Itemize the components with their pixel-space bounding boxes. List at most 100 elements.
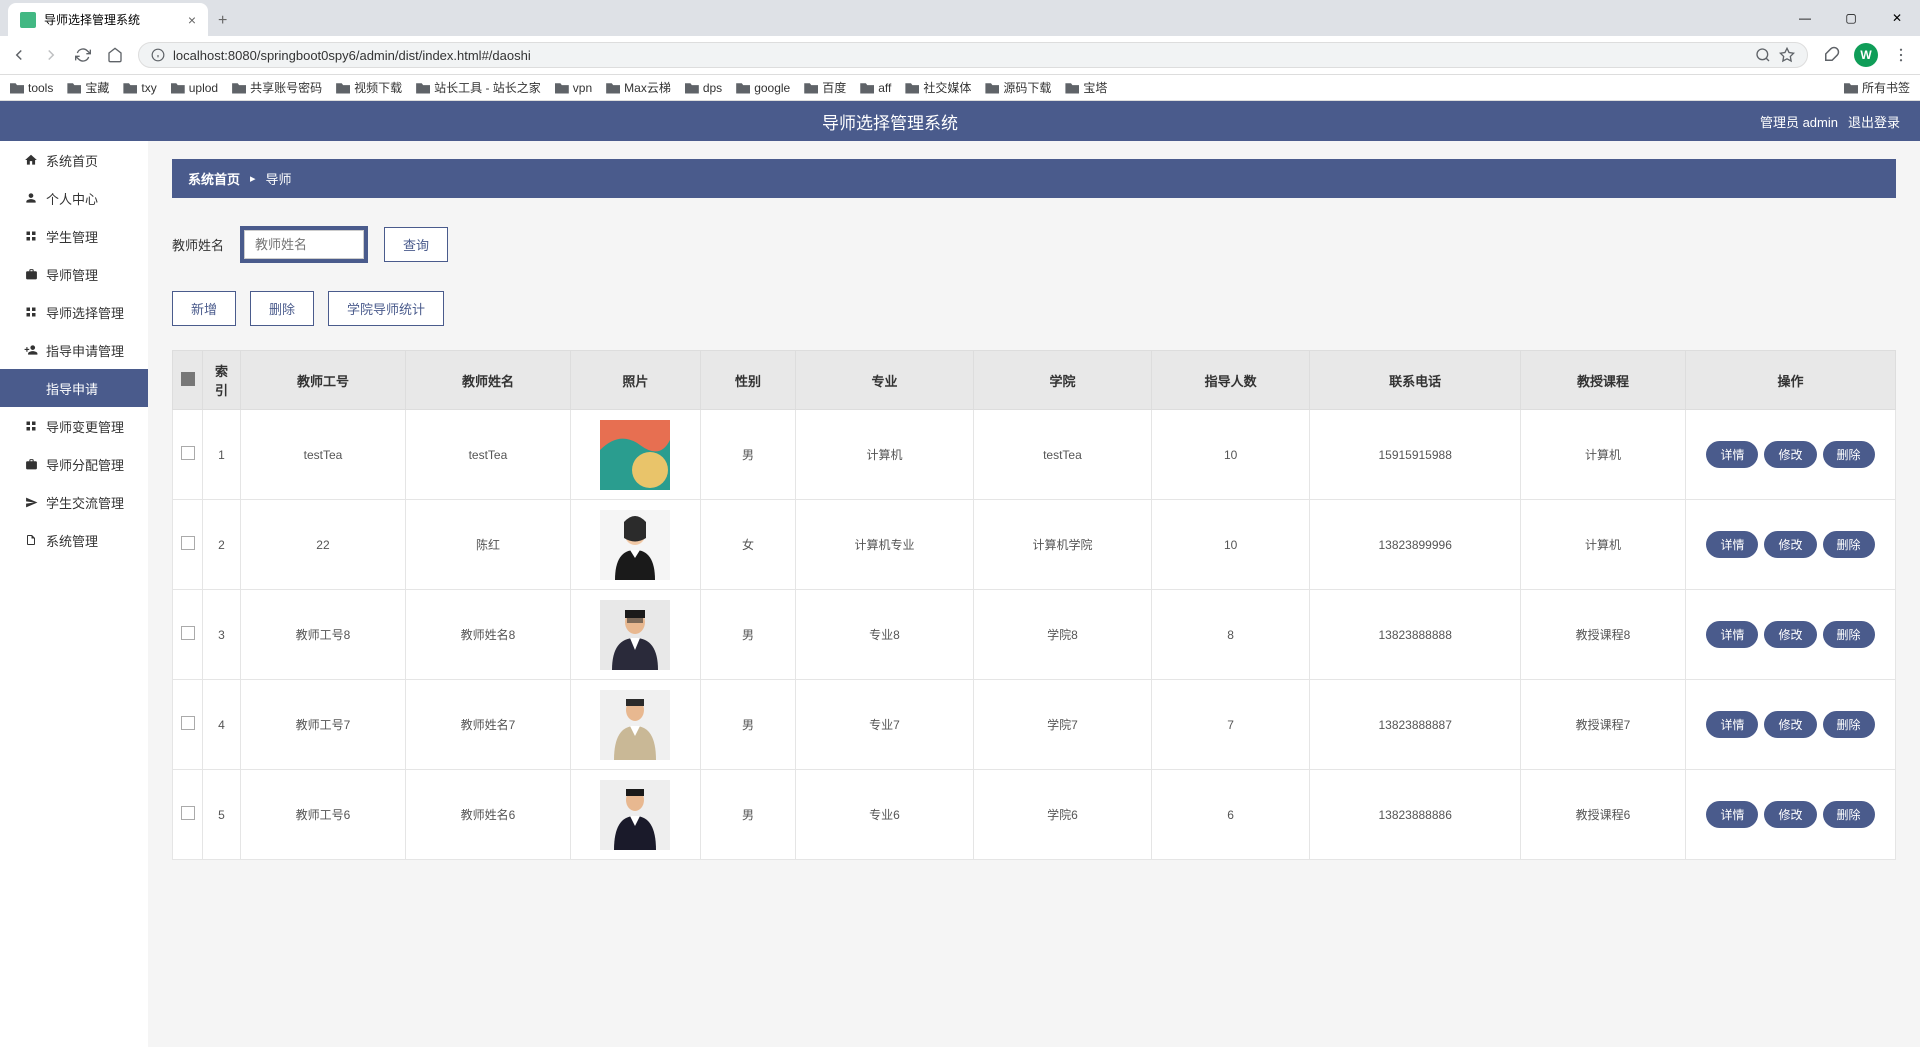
forward-icon[interactable] xyxy=(42,46,60,64)
bookmark-item[interactable]: 社交媒体 xyxy=(905,79,971,96)
sidebar-item-1[interactable]: 个人中心 xyxy=(0,179,148,217)
sidebar-item-5[interactable]: 指导申请管理 xyxy=(0,331,148,369)
sidebar-item-label: 导师管理 xyxy=(46,265,98,284)
sidebar-item-label: 系统首页 xyxy=(46,151,98,170)
sidebar-item-9[interactable]: 学生交流管理 xyxy=(0,483,148,521)
bookmark-item[interactable]: Max云梯 xyxy=(606,79,671,96)
cell-gender: 男 xyxy=(700,590,795,680)
sidebar-item-0[interactable]: 系统首页 xyxy=(0,141,148,179)
main-content: 系统首页 ▸ 导师 教师姓名 查询 新增 删除 学院导师统计 索引教师工号教师姓… xyxy=(148,141,1920,1047)
sidebar-item-8[interactable]: 导师分配管理 xyxy=(0,445,148,483)
breadcrumb-home[interactable]: 系统首页 xyxy=(188,169,240,188)
new-tab-button[interactable]: + xyxy=(208,6,237,36)
minimize-button[interactable]: — xyxy=(1782,0,1828,36)
bookmark-item[interactable]: 百度 xyxy=(804,79,846,96)
extensions-icon[interactable] xyxy=(1822,46,1840,64)
bookmark-item[interactable]: uplod xyxy=(171,79,218,96)
profile-avatar[interactable]: W xyxy=(1854,43,1878,67)
zoom-icon[interactable] xyxy=(1755,47,1771,63)
back-icon[interactable] xyxy=(10,46,28,64)
row-delete-button[interactable]: 删除 xyxy=(1823,801,1875,828)
table-header: 操作 xyxy=(1686,351,1896,410)
close-window-button[interactable]: ✕ xyxy=(1874,0,1920,36)
breadcrumb-current: 导师 xyxy=(266,169,292,188)
detail-button[interactable]: 详情 xyxy=(1706,531,1758,558)
row-delete-button[interactable]: 删除 xyxy=(1823,621,1875,648)
menu-icon[interactable] xyxy=(1892,46,1910,64)
sidebar-item-7[interactable]: 导师变更管理 xyxy=(0,407,148,445)
query-button[interactable]: 查询 xyxy=(384,227,448,262)
reload-icon[interactable] xyxy=(74,46,92,64)
cell-ops: 详情修改删除 xyxy=(1686,770,1896,860)
row-delete-button[interactable]: 删除 xyxy=(1823,531,1875,558)
add-button[interactable]: 新增 xyxy=(172,291,236,326)
bookmark-item[interactable]: tools xyxy=(10,79,53,96)
edit-button[interactable]: 修改 xyxy=(1764,441,1816,468)
bookmark-label: vpn xyxy=(573,81,592,95)
bookmark-item[interactable]: 宝塔 xyxy=(1065,79,1107,96)
edit-button[interactable]: 修改 xyxy=(1764,621,1816,648)
bookmark-item[interactable]: 视频下载 xyxy=(336,79,402,96)
logout-link[interactable]: 退出登录 xyxy=(1848,112,1900,131)
sidebar-item-10[interactable]: 系统管理 xyxy=(0,521,148,559)
stats-button[interactable]: 学院导师统计 xyxy=(328,291,444,326)
briefcase-icon xyxy=(24,457,38,471)
row-delete-button[interactable]: 删除 xyxy=(1823,711,1875,738)
maximize-button[interactable]: ▢ xyxy=(1828,0,1874,36)
row-checkbox[interactable] xyxy=(181,536,195,550)
bookmark-bar: tools 宝藏 txy uplod 共享账号密码视频下载站长工具 - 站长之家 vpn M… xyxy=(0,75,1920,101)
app-header: 导师选择管理系统 管理员 admin 退出登录 xyxy=(0,101,1920,141)
cell-phone: 15915915988 xyxy=(1310,410,1521,500)
row-checkbox[interactable] xyxy=(181,806,195,820)
cell-teacher-id: 教师工号7 xyxy=(241,680,406,770)
edit-button[interactable]: 修改 xyxy=(1764,711,1816,738)
cell-college: 学院8 xyxy=(973,590,1151,680)
folder-icon xyxy=(860,82,874,94)
grid-icon xyxy=(24,229,38,243)
row-checkbox[interactable] xyxy=(181,446,195,460)
row-checkbox[interactable] xyxy=(181,716,195,730)
teacher-name-input[interactable] xyxy=(244,230,364,259)
sidebar-item-6[interactable]: 指导申请 xyxy=(0,369,148,407)
row-checkbox[interactable] xyxy=(181,626,195,640)
window-controls: — ▢ ✕ xyxy=(1782,0,1920,36)
tab-close-icon[interactable]: × xyxy=(188,12,196,28)
bookmark-item[interactable]: txy xyxy=(123,79,156,96)
select-all-checkbox[interactable] xyxy=(181,372,195,386)
cell-college: 学院7 xyxy=(973,680,1151,770)
row-select-cell xyxy=(173,680,203,770)
sidebar-item-label: 个人中心 xyxy=(46,189,98,208)
cell-photo xyxy=(570,590,700,680)
delete-button[interactable]: 删除 xyxy=(250,291,314,326)
cell-count: 10 xyxy=(1151,500,1309,590)
app-body: 系统首页个人中心学生管理导师管理导师选择管理指导申请管理指导申请导师变更管理导师… xyxy=(0,141,1920,1047)
folder-icon xyxy=(985,82,999,94)
bookmark-item[interactable]: vpn xyxy=(555,79,592,96)
bookmark-item[interactable]: google xyxy=(736,79,790,96)
bookmark-label: 源码下载 xyxy=(1003,79,1051,96)
edit-button[interactable]: 修改 xyxy=(1764,531,1816,558)
search-label: 教师姓名 xyxy=(172,235,224,254)
bookmark-item[interactable]: 共享账号密码 xyxy=(232,79,322,96)
sidebar-item-3[interactable]: 导师管理 xyxy=(0,255,148,293)
send-icon xyxy=(24,495,38,509)
home-icon[interactable] xyxy=(106,46,124,64)
detail-button[interactable]: 详情 xyxy=(1706,711,1758,738)
detail-button[interactable]: 详情 xyxy=(1706,441,1758,468)
bookmark-item[interactable]: aff xyxy=(860,79,891,96)
detail-button[interactable]: 详情 xyxy=(1706,621,1758,648)
folder-icon xyxy=(555,82,569,94)
address-bar[interactable]: localhost:8080/springboot0spy6/admin/dis… xyxy=(138,42,1808,68)
star-icon[interactable] xyxy=(1779,47,1795,63)
bookmark-item[interactable]: 源码下载 xyxy=(985,79,1051,96)
sidebar-item-2[interactable]: 学生管理 xyxy=(0,217,148,255)
bookmark-item[interactable]: dps xyxy=(685,79,722,96)
row-delete-button[interactable]: 删除 xyxy=(1823,441,1875,468)
all-bookmarks-button[interactable]: 所有书签 xyxy=(1844,79,1910,96)
bookmark-item[interactable]: 站长工具 - 站长之家 xyxy=(416,79,541,96)
browser-tab[interactable]: 导师选择管理系统 × xyxy=(8,3,208,36)
detail-button[interactable]: 详情 xyxy=(1706,801,1758,828)
sidebar-item-4[interactable]: 导师选择管理 xyxy=(0,293,148,331)
bookmark-item[interactable]: 宝藏 xyxy=(67,79,109,96)
edit-button[interactable]: 修改 xyxy=(1764,801,1816,828)
